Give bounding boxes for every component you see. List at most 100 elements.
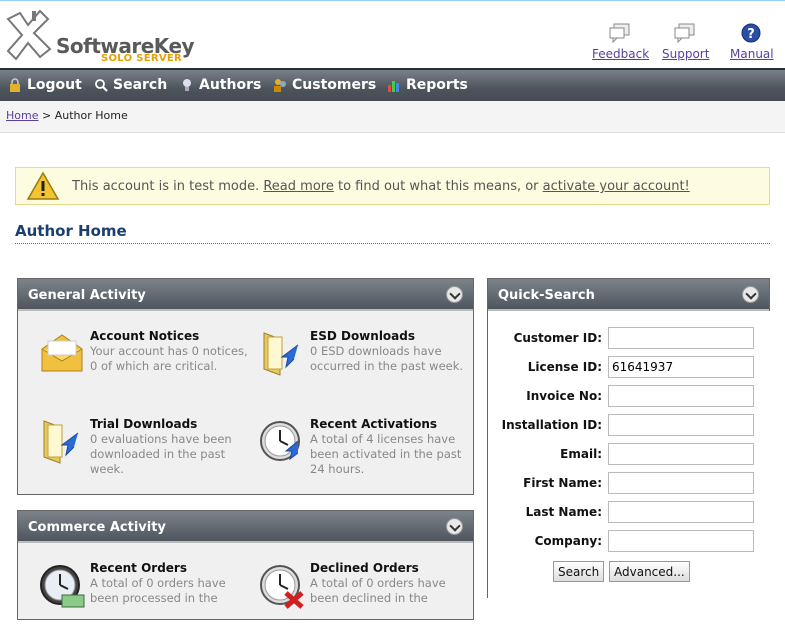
help-icon: ? bbox=[741, 23, 761, 43]
recent-orders-title: Recent Orders bbox=[90, 561, 187, 575]
lock-icon bbox=[10, 78, 20, 92]
invoice-no-label: Invoice No: bbox=[526, 389, 602, 403]
recent-orders-desc: A total of 0 orders have been processed … bbox=[90, 576, 226, 605]
clock-money-icon bbox=[40, 565, 85, 608]
installation-id-input[interactable] bbox=[608, 414, 754, 436]
email-input[interactable] bbox=[608, 443, 754, 465]
speech-bubble-icon bbox=[609, 23, 630, 43]
quick-search-panel: Quick-Search Customer ID: License ID: In… bbox=[487, 278, 770, 601]
search-icon bbox=[95, 79, 108, 92]
main-nav: Logout Search Authors Customers Reports bbox=[0, 68, 785, 101]
brand-subtitle: SOLO SERVER bbox=[101, 53, 183, 64]
commerce-activity-header: Commerce Activity bbox=[18, 511, 473, 543]
trial-downloads-item[interactable]: Trial Downloads 0 evaluations have been … bbox=[38, 417, 253, 497]
warning-icon bbox=[26, 171, 60, 200]
customer-id-label: Customer ID: bbox=[513, 331, 602, 345]
customer-id-input[interactable] bbox=[608, 327, 754, 349]
company-row: Company: bbox=[488, 530, 770, 554]
activate-account-link[interactable]: activate your account! bbox=[543, 179, 690, 194]
nav-authors[interactable]: Authors bbox=[180, 77, 261, 93]
declined-orders-item[interactable]: Declined Orders A total of 0 orders have… bbox=[258, 561, 473, 641]
first-name-input[interactable] bbox=[608, 472, 754, 494]
invoice-no-input[interactable] bbox=[608, 385, 754, 407]
nav-customers[interactable]: Customers bbox=[273, 77, 376, 93]
esd-downloads-desc: 0 ESD downloads have occurred in the pas… bbox=[310, 344, 464, 373]
email-label: Email: bbox=[560, 447, 602, 461]
support-link-group[interactable]: Support bbox=[662, 23, 709, 61]
nav-reports-label: Reports bbox=[406, 77, 468, 93]
collapse-chevron-icon[interactable] bbox=[446, 286, 463, 303]
recent-activations-title: Recent Activations bbox=[310, 417, 438, 431]
feedback-link[interactable]: Feedback bbox=[592, 47, 649, 61]
clock-icon bbox=[260, 421, 300, 461]
company-label: Company: bbox=[534, 534, 602, 548]
installation-id-row: Installation ID: bbox=[488, 414, 770, 438]
last-name-input[interactable] bbox=[608, 501, 754, 523]
account-notices-desc: Your account has 0 notices, 0 of which a… bbox=[90, 344, 248, 373]
page-title: Author Home bbox=[15, 222, 770, 244]
declined-orders-desc: A total of 0 orders have been declined i… bbox=[310, 576, 446, 605]
breadcrumb-home-link[interactable]: Home bbox=[6, 109, 38, 122]
breadcrumb-separator: > bbox=[41, 109, 52, 122]
recent-activations-item[interactable]: Recent Activations A total of 4 licenses… bbox=[258, 417, 473, 497]
nav-customers-label: Customers bbox=[292, 77, 377, 93]
general-activity-title: General Activity bbox=[28, 288, 146, 303]
header: SoftwareKey SOLO SERVER Feedback Support… bbox=[0, 0, 785, 68]
company-input[interactable] bbox=[608, 530, 754, 552]
nav-logout[interactable]: Logout bbox=[8, 77, 82, 93]
recent-activations-desc: A total of 4 licenses have been activate… bbox=[310, 432, 462, 476]
clock-declined-icon bbox=[260, 565, 304, 609]
quick-search-form: Customer ID: License ID: Invoice No: Ins… bbox=[488, 311, 770, 601]
softwarekey-logo[interactable]: SoftwareKey SOLO SERVER bbox=[6, 9, 206, 65]
advanced-button[interactable]: Advanced... bbox=[609, 561, 690, 582]
lightbulb-icon bbox=[183, 79, 191, 91]
alert-text-before: This account is in test mode. bbox=[72, 179, 260, 194]
read-more-link[interactable]: Read more bbox=[263, 179, 333, 194]
account-notices-title: Account Notices bbox=[90, 329, 200, 343]
folder-download-icon bbox=[43, 420, 79, 464]
commerce-activity-panel: Commerce Activity Recent Orders A total … bbox=[17, 510, 474, 620]
search-button[interactable]: Search bbox=[553, 561, 605, 582]
esd-downloads-item[interactable]: ESD Downloads 0 ESD downloads have occur… bbox=[258, 329, 473, 409]
alert-text-middle: to find out what this means, or bbox=[337, 179, 539, 194]
logo-mark-icon bbox=[6, 9, 52, 61]
breadcrumb: Home > Author Home bbox=[0, 101, 785, 133]
trial-downloads-title: Trial Downloads bbox=[90, 417, 198, 431]
manual-link[interactable]: Manual bbox=[730, 47, 774, 61]
speech-bubble-icon bbox=[674, 23, 695, 43]
alert-message: This account is in test mode. Read more … bbox=[72, 179, 690, 194]
nav-search[interactable]: Search bbox=[94, 77, 167, 93]
quick-search-title: Quick-Search bbox=[498, 288, 595, 303]
quick-search-header: Quick-Search bbox=[488, 279, 769, 311]
nav-reports[interactable]: Reports bbox=[387, 77, 468, 93]
license-id-row: License ID: bbox=[488, 356, 770, 380]
nav-logout-label: Logout bbox=[27, 77, 82, 93]
last-name-label: Last Name: bbox=[525, 505, 602, 519]
declined-orders-title: Declined Orders bbox=[310, 561, 419, 575]
collapse-chevron-icon[interactable] bbox=[742, 286, 759, 303]
breadcrumb-current: Author Home bbox=[54, 109, 128, 122]
support-link[interactable]: Support bbox=[662, 47, 709, 61]
people-icon bbox=[274, 79, 286, 92]
recent-orders-item[interactable]: Recent Orders A total of 0 orders have b… bbox=[38, 561, 253, 641]
svg-text:?: ? bbox=[747, 27, 755, 42]
feedback-link-group[interactable]: Feedback bbox=[592, 23, 649, 61]
customer-id-row: Customer ID: bbox=[488, 327, 770, 351]
esd-downloads-title: ESD Downloads bbox=[310, 329, 415, 343]
envelope-icon bbox=[41, 334, 83, 372]
last-name-row: Last Name: bbox=[488, 501, 770, 525]
commerce-activity-title: Commerce Activity bbox=[28, 520, 166, 535]
folder-download-icon bbox=[263, 332, 299, 376]
installation-id-label: Installation ID: bbox=[501, 418, 602, 432]
account-notices-item[interactable]: Account Notices Your account has 0 notic… bbox=[38, 329, 253, 409]
bar-chart-icon bbox=[388, 81, 399, 92]
collapse-chevron-icon[interactable] bbox=[446, 518, 463, 535]
test-mode-alert: This account is in test mode. Read more … bbox=[15, 167, 770, 205]
invoice-no-row: Invoice No: bbox=[488, 385, 770, 409]
general-activity-header: General Activity bbox=[18, 279, 473, 311]
manual-link-group[interactable]: ? Manual bbox=[730, 23, 774, 61]
first-name-label: First Name: bbox=[523, 476, 602, 490]
first-name-row: First Name: bbox=[488, 472, 770, 496]
general-activity-panel: General Activity Account Notices Your ac… bbox=[17, 278, 474, 495]
license-id-input[interactable] bbox=[608, 356, 754, 378]
